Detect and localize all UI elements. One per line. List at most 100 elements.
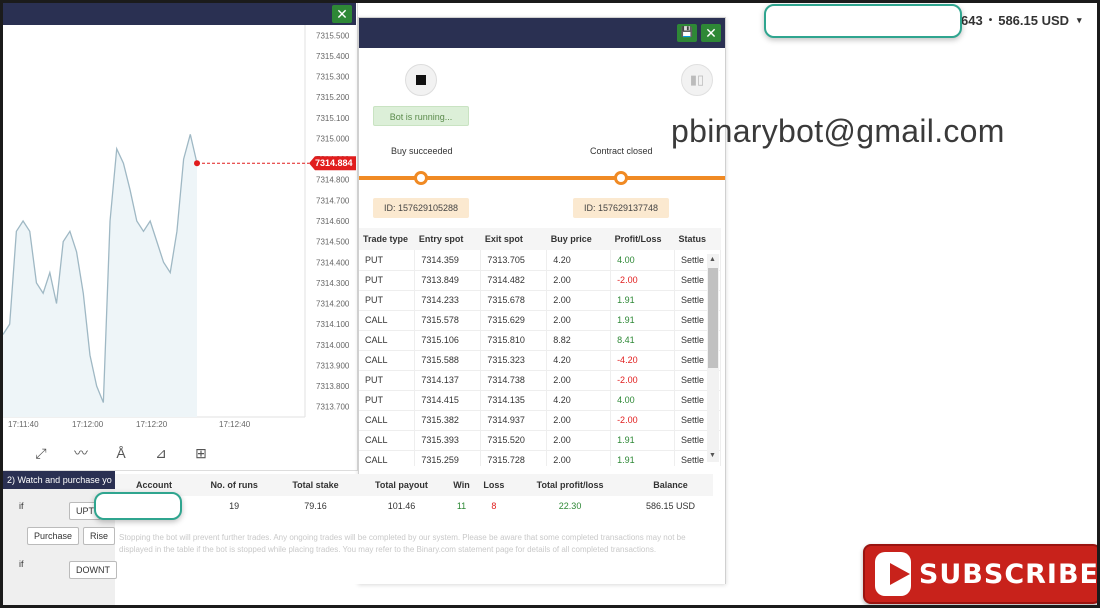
cell-profit-loss: -2.00 <box>610 410 676 431</box>
cell-profit-loss: 4.00 <box>610 250 676 271</box>
trade-row: CALL 7315.578 7315.629 2.00 1.91 Settle <box>359 310 721 331</box>
y-tick-label: 7313.800 <box>316 382 350 391</box>
x-tick-label: 17:12:40 <box>219 420 251 429</box>
contract-id-right[interactable]: ID: 157629137748 <box>573 198 669 218</box>
current-price-label: 7314.884 <box>315 158 353 168</box>
chevron-down-icon[interactable]: ▾ <box>1077 15 1082 26</box>
if-label-2: if <box>19 559 24 569</box>
y-tick-label: 7315.100 <box>316 114 350 123</box>
cell-profit-loss: 1.91 <box>610 290 676 311</box>
stop-bot-button[interactable] <box>405 64 437 96</box>
scroll-thumb[interactable] <box>708 268 718 368</box>
purchase-block[interactable]: Purchase <box>27 527 80 545</box>
trades-column-header[interactable]: Entry spot <box>414 228 481 250</box>
cell-exit-spot: 7314.738 <box>480 370 548 391</box>
price-chart[interactable]: 7315.500 7315.400 7315.300 7315.200 7315.100… <box>3 25 356 439</box>
down-tick-dropdown[interactable]: DOWNT <box>69 561 117 579</box>
rise-dropdown[interactable]: Rise <box>83 527 116 545</box>
summary-runs: 19 <box>229 501 240 511</box>
cell-entry-spot: 7315.578 <box>414 310 482 331</box>
y-tick-label: 7315.500 <box>316 31 350 40</box>
cell-buy-price: 4.20 <box>546 350 612 371</box>
youtube-play-icon <box>875 552 911 596</box>
trades-column-header[interactable]: Buy price <box>546 228 611 250</box>
scroll-up-icon[interactable]: ▲ <box>709 256 716 263</box>
y-tick-label: 7315.200 <box>316 93 350 102</box>
cell-buy-price: 4.20 <box>546 250 612 271</box>
trades-column-header[interactable]: Status <box>674 228 721 250</box>
cell-trade-type: CALL <box>359 430 416 451</box>
step-contract-closed: Contract closed <box>590 146 653 156</box>
cell-entry-spot: 7314.415 <box>414 390 482 411</box>
bot-status-badge: Bot is running... <box>373 106 469 126</box>
stop-icon <box>416 75 426 85</box>
x-tick-label: 17:12:00 <box>72 420 104 429</box>
cell-exit-spot: 7315.520 <box>480 430 548 451</box>
if-label-1: if <box>19 501 24 511</box>
cell-buy-price: 2.00 <box>546 270 612 291</box>
cell-entry-spot: 7315.588 <box>414 350 482 371</box>
y-tick-label: 7314.400 <box>316 258 350 267</box>
indicators-icon[interactable]: 〰 <box>61 443 101 463</box>
cell-entry-spot: 7315.393 <box>414 430 482 451</box>
subscribe-button[interactable]: SUBSCRIBE <box>863 544 1097 604</box>
cell-profit-loss: 1.91 <box>610 450 676 466</box>
cell-profit-loss: -4.20 <box>610 350 676 371</box>
clear-log-button[interactable]: ▮▯ <box>681 64 713 96</box>
cell-trade-type: PUT <box>359 290 416 311</box>
current-price-dot <box>194 160 200 167</box>
drawing-tools-icon[interactable]: Å <box>101 445 141 461</box>
trades-column-header[interactable]: Profit/Loss <box>610 228 675 250</box>
trade-row: CALL 7315.588 7315.323 4.20 -4.20 Settle <box>359 350 721 371</box>
summary-column-header: Total payout <box>355 474 448 496</box>
cell-entry-spot: 7315.106 <box>414 330 482 351</box>
trades-column-header[interactable]: Exit spot <box>480 228 547 250</box>
cell-entry-spot: 7314.359 <box>414 250 482 271</box>
y-tick-label: 7314.100 <box>316 320 350 329</box>
chart-type-icon[interactable]: ⤢ <box>21 445 61 462</box>
summary-column-header: Total stake <box>275 474 356 496</box>
x-tick-label: 17:12:20 <box>136 420 168 429</box>
chart-window-header[interactable] <box>3 3 356 25</box>
cell-exit-spot: 7314.482 <box>480 270 548 291</box>
chart-close-button[interactable]: ✕ <box>332 5 352 23</box>
cell-trade-type: PUT <box>359 370 416 391</box>
x-tick-label: 17:11:40 <box>8 420 39 429</box>
cell-profit-loss: -2.00 <box>610 270 676 291</box>
watch-and-purchase-block-title[interactable]: 2) Watch and purchase yo <box>3 471 115 489</box>
cell-exit-spot: 7315.678 <box>480 290 548 311</box>
cell-trade-type: PUT <box>359 250 416 271</box>
save-icon[interactable]: 💾 <box>677 24 697 42</box>
bot-panel-header[interactable] <box>359 18 725 48</box>
share-chart-icon[interactable]: ⊿ <box>141 445 181 462</box>
download-icon[interactable]: ⊞ <box>181 445 221 462</box>
account-balance-menu[interactable]: 643 • 586.15 USD ▾ <box>961 13 1082 28</box>
cell-exit-spot: 7315.810 <box>480 330 548 351</box>
y-tick-label: 7313.900 <box>316 361 350 370</box>
trades-table: Trade type Entry spot Exit spot Buy price Pr… <box>359 228 721 466</box>
scroll-down-icon[interactable]: ▼ <box>709 452 716 459</box>
cell-trade-type: CALL <box>359 450 416 466</box>
cell-entry-spot: 7315.259 <box>414 450 482 466</box>
cell-trade-type: CALL <box>359 330 416 351</box>
trade-row: PUT 7314.233 7315.678 2.00 1.91 Settle <box>359 290 721 311</box>
contact-email-overlay: pbinarybot@gmail.com <box>671 113 1005 149</box>
cell-buy-price: 2.00 <box>546 290 612 311</box>
contract-id-left[interactable]: ID: 157629105288 <box>373 198 469 218</box>
cell-trade-type: CALL <box>359 410 416 431</box>
cell-profit-loss: 1.91 <box>610 430 676 451</box>
trades-column-header[interactable]: Trade type <box>359 228 415 250</box>
summary-column-header: Win <box>447 474 476 496</box>
redaction-box-top <box>764 4 962 38</box>
summary-column-header: Total profit/loss <box>512 474 628 496</box>
summary-column-header: No. of runs <box>193 474 276 496</box>
trades-scrollbar[interactable]: ▲ ▼ <box>707 254 719 462</box>
trade-row: PUT 7313.849 7314.482 2.00 -2.00 Settle <box>359 270 721 291</box>
y-tick-label: 7314.500 <box>316 238 350 247</box>
summary-header-row: Account No. of runs Total stake Total payou… <box>115 474 713 496</box>
summary-loss: 8 <box>491 501 497 511</box>
trade-row: PUT 7314.415 7314.135 4.20 4.00 Settle <box>359 390 721 411</box>
summary-column-header: Loss <box>475 474 513 496</box>
cell-buy-price: 2.00 <box>546 310 612 331</box>
bot-panel-close-button[interactable]: ✕ <box>701 24 721 42</box>
